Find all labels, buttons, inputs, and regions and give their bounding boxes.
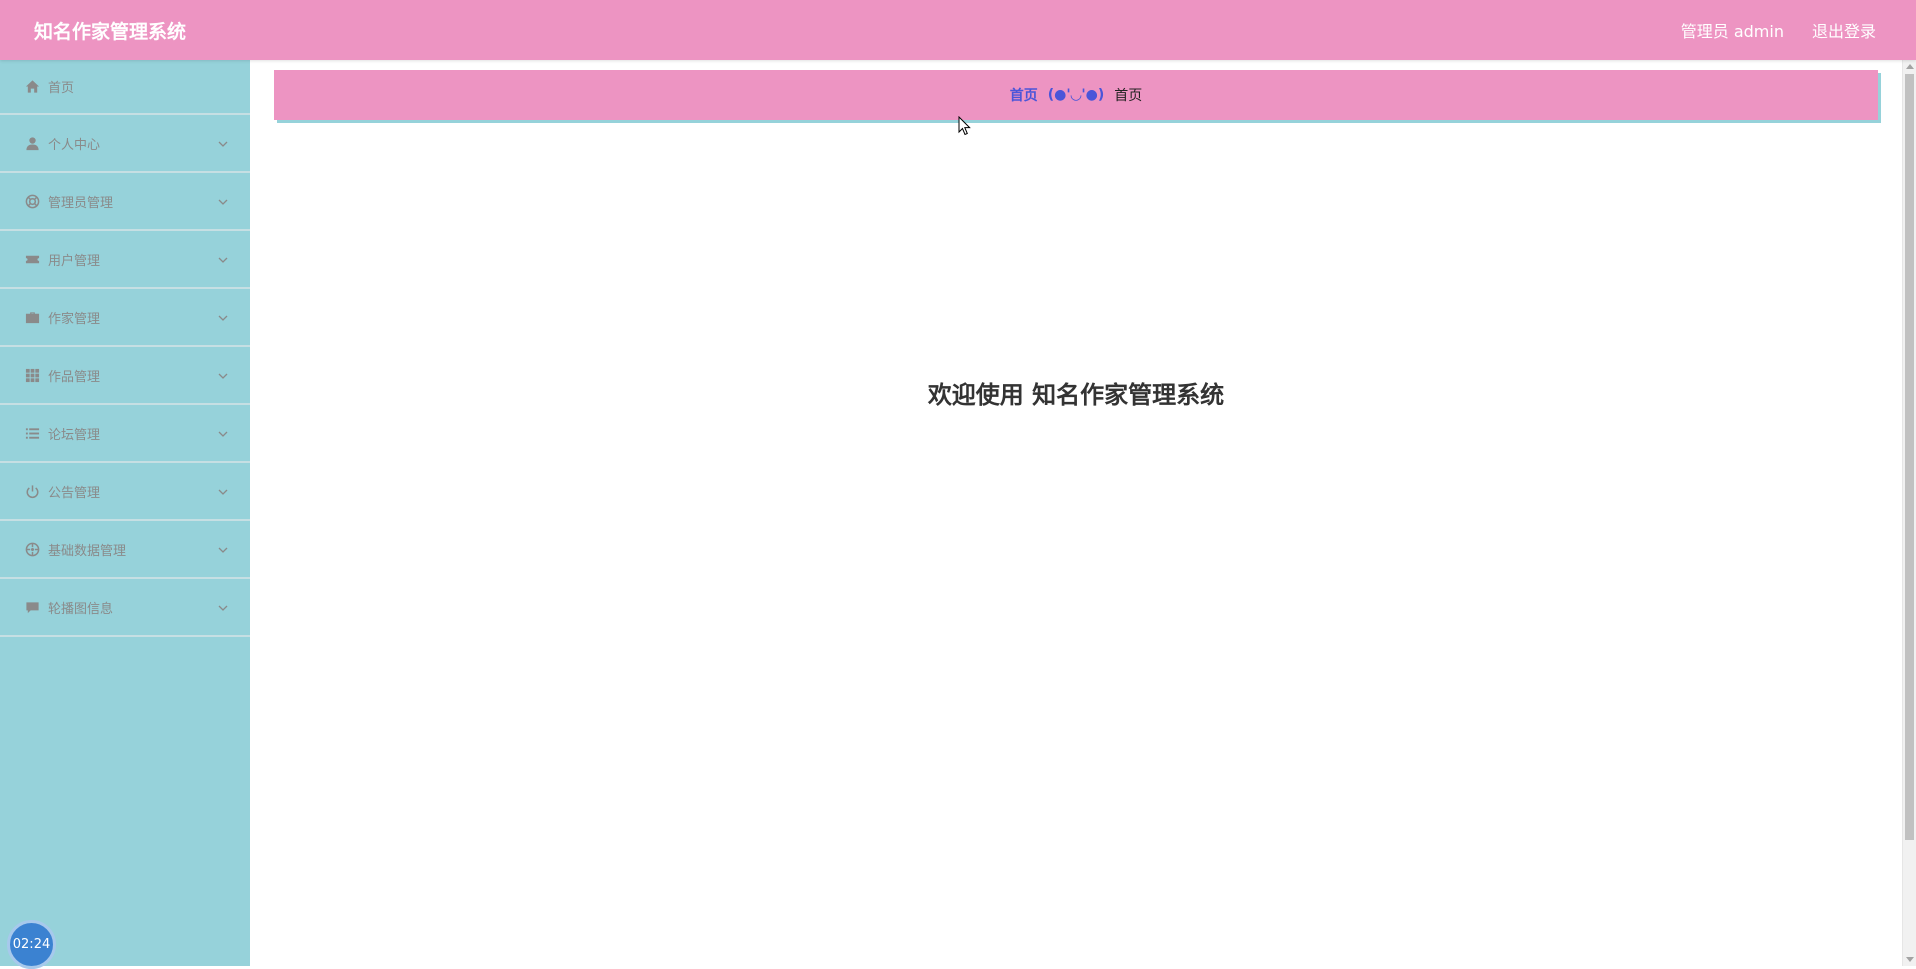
chevron-down-icon — [218, 253, 228, 263]
breadcrumb-separator: (●'◡'●) — [1047, 87, 1105, 103]
sidebar-item-label: 论坛管理 — [48, 427, 101, 443]
top-header: 知名作家管理系统 管理员 admin 退出登录 — [0, 0, 1916, 60]
welcome-heading: 欢迎使用 知名作家管理系统 — [927, 381, 1225, 409]
sidebar-item-personal-center[interactable]: 个人中心 — [0, 115, 250, 173]
scroll-down-icon[interactable] — [1906, 957, 1914, 962]
sidebar: 首页 个人中心 管理员管理 用户管理 作家管理 作品管理 论坛管理 公告管理 基… — [0, 60, 250, 966]
header-actions: 管理员 admin 退出登录 — [1681, 18, 1876, 42]
home-icon — [24, 79, 40, 95]
power-icon — [24, 483, 40, 499]
grid-icon — [24, 367, 40, 383]
breadcrumb-current: 首页 — [1114, 88, 1143, 104]
comment-icon — [24, 599, 40, 615]
aperture-icon — [24, 541, 40, 557]
sidebar-item-label: 管理员管理 — [48, 195, 114, 211]
briefcase-icon — [24, 309, 40, 325]
clock-widget: 02:24 — [7, 920, 56, 969]
ticket-icon — [24, 251, 40, 267]
sidebar-item-user-management[interactable]: 用户管理 — [0, 231, 250, 289]
app-title: 知名作家管理系统 — [34, 20, 187, 43]
chevron-down-icon — [218, 543, 228, 553]
sidebar-item-label: 轮播图信息 — [48, 601, 114, 617]
sidebar-item-label: 用户管理 — [48, 253, 101, 269]
chevron-down-icon — [218, 137, 228, 147]
chevron-down-icon — [218, 195, 228, 205]
list-icon — [24, 425, 40, 441]
chevron-down-icon — [218, 369, 228, 379]
chevron-down-icon — [218, 427, 228, 437]
sidebar-item-admin-management[interactable]: 管理员管理 — [0, 173, 250, 231]
vertical-scrollbar[interactable] — [1902, 60, 1916, 966]
chevron-down-icon — [218, 311, 228, 321]
lifebuoy-icon — [24, 193, 40, 209]
chevron-down-icon — [218, 485, 228, 495]
logout-button[interactable]: 退出登录 — [1812, 18, 1876, 42]
sidebar-item-label: 个人中心 — [48, 137, 101, 153]
sidebar-item-works-management[interactable]: 作品管理 — [0, 347, 250, 405]
scroll-up-icon[interactable] — [1906, 64, 1914, 69]
breadcrumb: 首页 (●'◡'●) 首页 — [274, 70, 1878, 120]
breadcrumb-home-link[interactable]: 首页 — [1010, 85, 1038, 105]
mouse-cursor-icon — [958, 116, 971, 136]
sidebar-item-base-data-management[interactable]: 基础数据管理 — [0, 521, 250, 579]
chevron-down-icon — [218, 601, 228, 611]
sidebar-item-home[interactable]: 首页 — [0, 60, 250, 115]
user-icon — [24, 135, 40, 151]
sidebar-item-writer-management[interactable]: 作家管理 — [0, 289, 250, 347]
sidebar-item-forum-management[interactable]: 论坛管理 — [0, 405, 250, 463]
sidebar-item-label: 首页 — [48, 81, 75, 96]
sidebar-item-label: 作品管理 — [48, 369, 101, 385]
sidebar-item-notice-management[interactable]: 公告管理 — [0, 463, 250, 521]
sidebar-item-label: 公告管理 — [48, 485, 101, 501]
scroll-thumb[interactable] — [1905, 74, 1914, 840]
user-label: 管理员 admin — [1680, 22, 1784, 41]
sidebar-item-carousel-info[interactable]: 轮播图信息 — [0, 579, 250, 637]
sidebar-item-label: 基础数据管理 — [48, 543, 127, 559]
sidebar-item-label: 作家管理 — [48, 311, 101, 327]
